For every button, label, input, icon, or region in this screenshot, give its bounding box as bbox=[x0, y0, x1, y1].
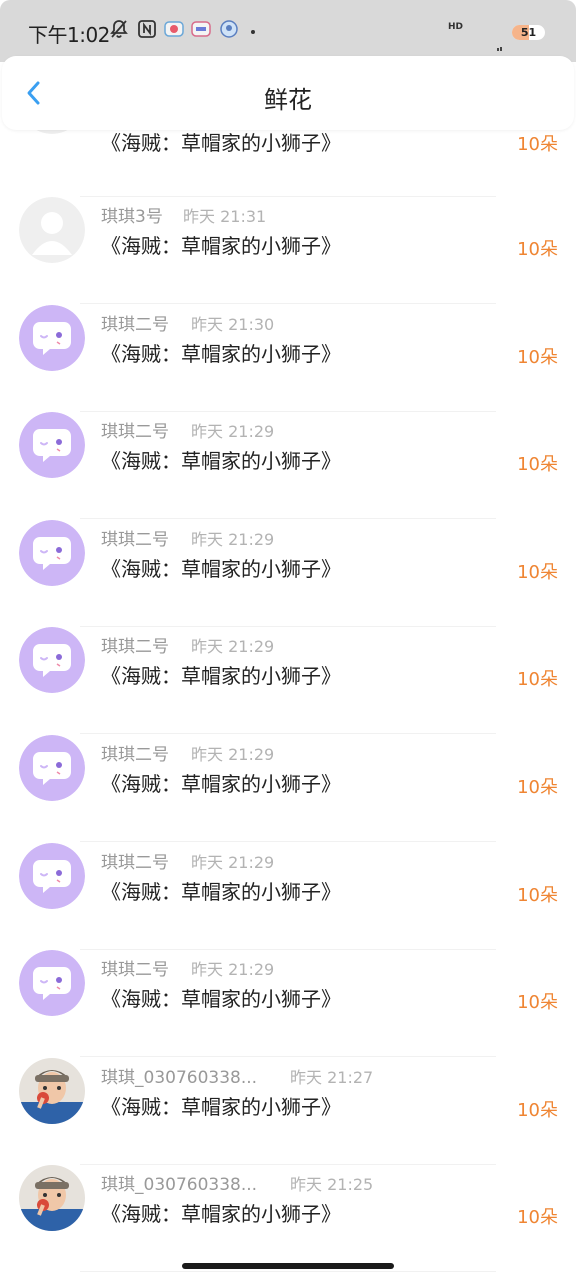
flower-count: 10朵 bbox=[517, 134, 558, 155]
user-name[interactable]: 琪琪二号 bbox=[101, 310, 169, 335]
flower-count: 10朵 bbox=[517, 1100, 558, 1121]
list-item[interactable]: 琪琪二号 昨天 21:29 《海贼：草帽家的小狮子》 10朵 bbox=[0, 735, 576, 842]
list-item[interactable]: 琪琪二号 昨天 21:30 《海贼：草帽家的小狮子》 10朵 bbox=[0, 305, 576, 412]
list-item[interactable]: 琪琪3号 昨天 21:31 《海贼：草帽家的小狮子》 10朵 bbox=[0, 197, 576, 304]
list-item[interactable]: 琪琪二号 昨天 21:29 《海贼：草帽家的小狮子》 10朵 bbox=[0, 520, 576, 627]
flower-count: 10朵 bbox=[517, 992, 558, 1013]
book-title: 《海贼：草帽家的小狮子》 bbox=[101, 557, 341, 581]
timestamp: 昨天 21:27 bbox=[290, 1068, 374, 1087]
book-title: 《海贼：草帽家的小狮子》 bbox=[101, 1202, 341, 1226]
chat-bubble-avatar[interactable] bbox=[19, 627, 85, 693]
home-indicator[interactable] bbox=[182, 1263, 394, 1269]
chat-bubble-avatar[interactable] bbox=[19, 735, 85, 801]
timestamp: 昨天 21:29 bbox=[191, 853, 275, 872]
flower-count: 10朵 bbox=[517, 454, 558, 475]
chat-bubble-avatar[interactable] bbox=[19, 950, 85, 1016]
book-title: 《海贼：草帽家的小狮子》 bbox=[101, 234, 341, 258]
timestamp: 昨天 21:31 bbox=[183, 207, 267, 226]
list-item[interactable]: 琪琪二号 昨天 21:29 《海贼：草帽家的小狮子》 10朵 bbox=[0, 950, 576, 1057]
book-title: 《海贼：草帽家的小狮子》 bbox=[101, 131, 341, 155]
flower-count: 10朵 bbox=[517, 239, 558, 260]
chat-bubble-avatar[interactable] bbox=[19, 843, 85, 909]
child-photo-avatar[interactable] bbox=[19, 1165, 85, 1231]
list-item[interactable]: 琪琪二号 昨天 21:29 《海贼：草帽家的小狮子》 10朵 bbox=[0, 843, 576, 950]
user-name[interactable]: 琪琪3号 bbox=[101, 202, 163, 227]
book-title: 《海贼：草帽家的小狮子》 bbox=[101, 772, 341, 796]
child-photo-avatar[interactable] bbox=[19, 1058, 85, 1124]
book-title: 《海贼：草帽家的小狮子》 bbox=[101, 449, 341, 473]
book-title: 《海贼：草帽家的小狮子》 bbox=[101, 880, 341, 904]
user-name[interactable]: 琪琪二号 bbox=[101, 525, 169, 550]
user-name[interactable]: 琪琪二号 bbox=[101, 632, 169, 657]
flower-count: 10朵 bbox=[517, 885, 558, 906]
divider bbox=[80, 303, 496, 304]
user-name[interactable]: 琪琪二号 bbox=[101, 417, 169, 442]
user-name[interactable]: 琪琪_030760338... bbox=[101, 1063, 257, 1088]
list-item[interactable]: 琪琪二号 昨天 21:29 《海贼：草帽家的小狮子》 10朵 bbox=[0, 412, 576, 519]
timestamp: 昨天 21:25 bbox=[290, 1175, 374, 1194]
user-name[interactable]: 琪琪二号 bbox=[101, 848, 169, 873]
timestamp: 昨天 21:29 bbox=[191, 530, 275, 549]
book-title: 《海贼：草帽家的小狮子》 bbox=[101, 342, 341, 366]
default-avatar[interactable] bbox=[19, 197, 85, 263]
flower-count: 10朵 bbox=[517, 562, 558, 583]
chat-bubble-avatar[interactable] bbox=[19, 520, 85, 586]
timestamp: 昨天 21:29 bbox=[191, 960, 275, 979]
flower-count: 10朵 bbox=[517, 347, 558, 368]
flower-count: 10朵 bbox=[517, 777, 558, 798]
page-title: 鲜花 bbox=[264, 86, 312, 114]
nav-bar: 鲜花 bbox=[2, 56, 574, 130]
user-name[interactable]: 琪琪二号 bbox=[101, 740, 169, 765]
timestamp: 昨天 21:29 bbox=[191, 745, 275, 764]
list-item[interactable]: 琪琪_030760338... 昨天 21:25 《海贼：草帽家的小狮子》 10朵 bbox=[0, 1165, 576, 1272]
divider bbox=[80, 733, 496, 734]
flower-count: 10朵 bbox=[517, 1207, 558, 1228]
chat-bubble-avatar[interactable] bbox=[19, 412, 85, 478]
book-title: 《海贼：草帽家的小狮子》 bbox=[101, 987, 341, 1011]
timestamp: 昨天 21:29 bbox=[191, 637, 275, 656]
flower-list[interactable]: 《海贼：草帽家的小狮子》 10朵 琪琪3号 昨天 21:31 《海贼：草帽家的小狮子》 1… bbox=[0, 0, 576, 1280]
user-name[interactable]: 琪琪_030760338... bbox=[101, 1170, 257, 1195]
list-item[interactable]: 琪琪_030760338... 昨天 21:27 《海贼：草帽家的小狮子》 10朵 bbox=[0, 1058, 576, 1165]
list-item[interactable]: 琪琪二号 昨天 21:29 《海贼：草帽家的小狮子》 10朵 bbox=[0, 627, 576, 734]
divider bbox=[80, 518, 496, 519]
divider bbox=[80, 841, 496, 842]
divider bbox=[80, 1056, 496, 1057]
timestamp: 昨天 21:29 bbox=[191, 422, 275, 441]
timestamp: 昨天 21:30 bbox=[191, 315, 275, 334]
book-title: 《海贼：草帽家的小狮子》 bbox=[101, 1095, 341, 1119]
book-title: 《海贼：草帽家的小狮子》 bbox=[101, 664, 341, 688]
chat-bubble-avatar[interactable] bbox=[19, 305, 85, 371]
flower-count: 10朵 bbox=[517, 669, 558, 690]
divider bbox=[80, 1271, 496, 1272]
user-name[interactable]: 琪琪二号 bbox=[101, 955, 169, 980]
